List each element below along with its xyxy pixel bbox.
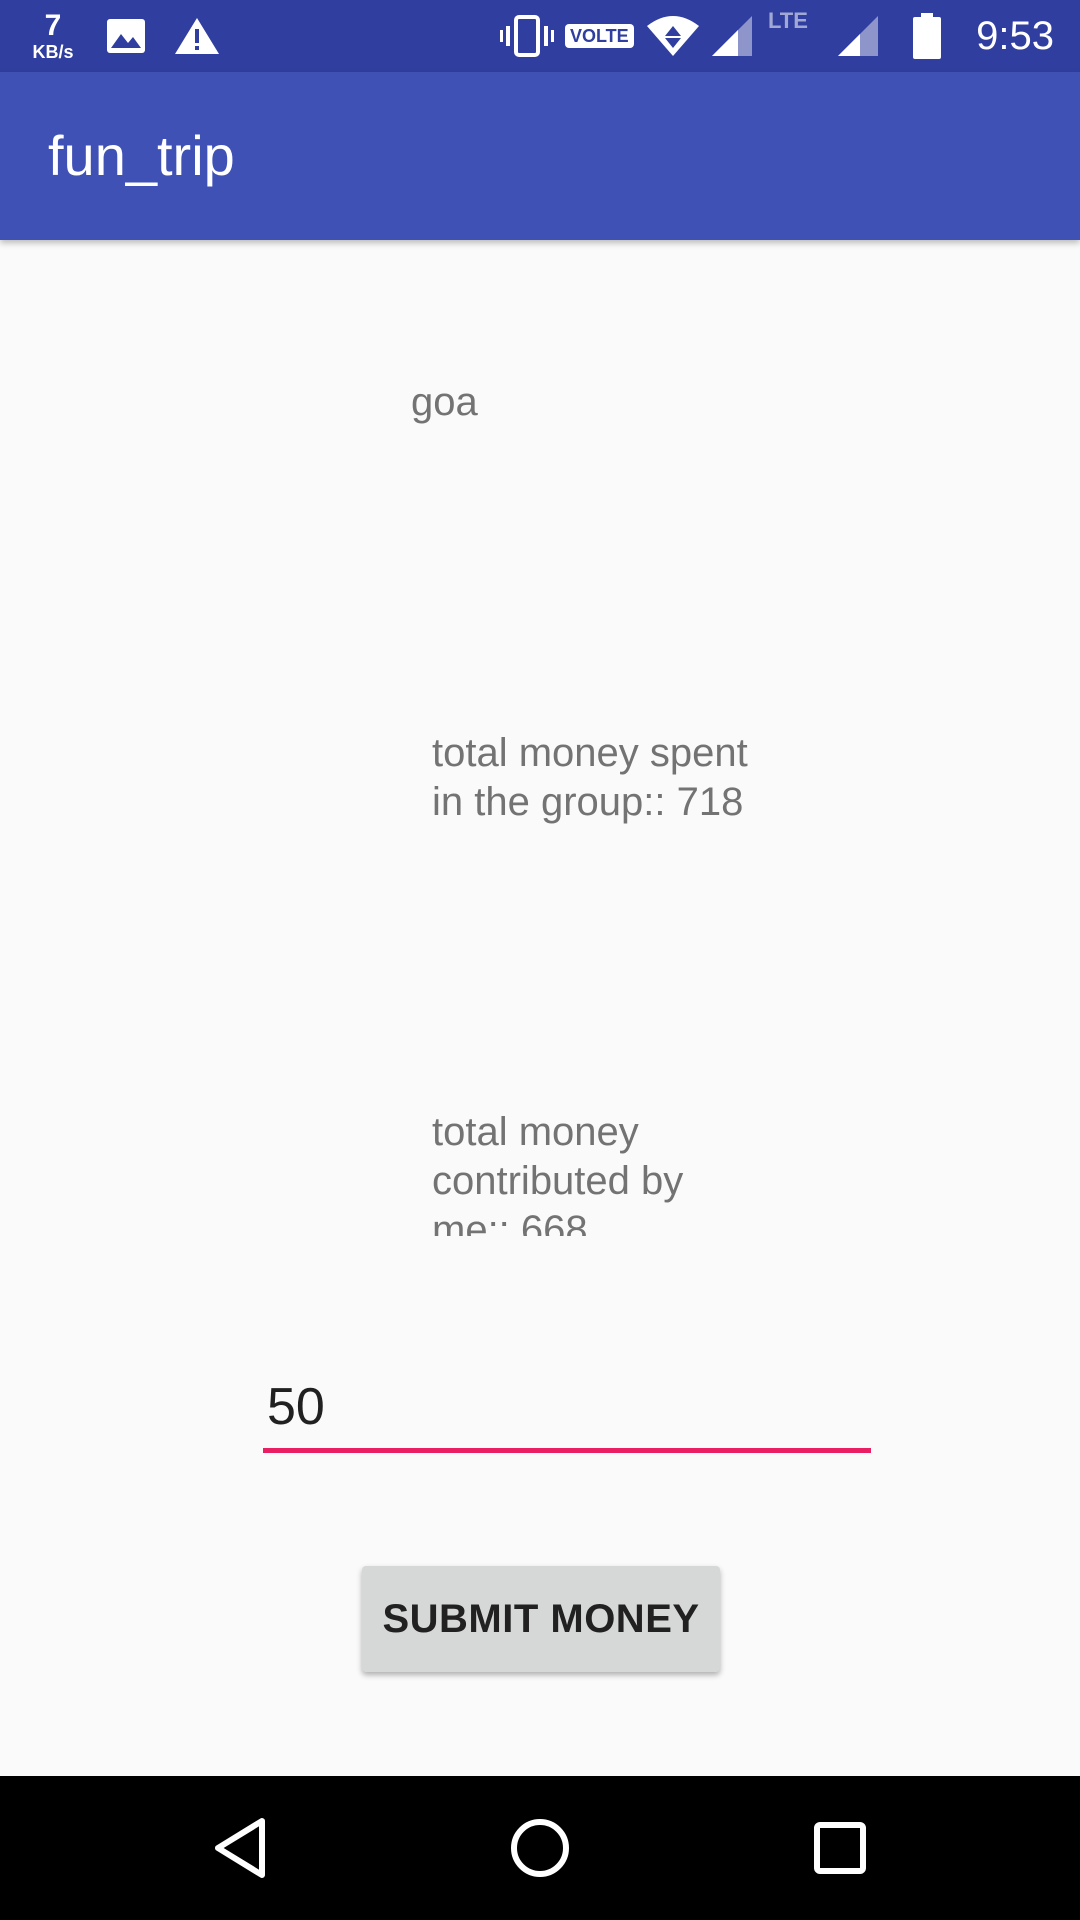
trip-name: goa <box>411 380 478 424</box>
volte-icon: VOLTE <box>565 0 634 72</box>
amount-input[interactable] <box>263 1365 871 1453</box>
network-speed-unit: KB/s <box>32 42 74 62</box>
app-bar: fun_trip <box>0 72 1080 240</box>
status-bar: 7 KB/s VOLTE LTE 9:53 <box>0 0 1080 72</box>
volte-label: VOLTE <box>565 24 634 48</box>
app-title: fun_trip <box>48 124 235 187</box>
signal-lte-icon: LTE <box>768 0 808 72</box>
total-spent-text: total money spent in the group:: 718 <box>432 731 748 824</box>
main-content: goa total money spent in the group:: 718… <box>0 240 1080 1776</box>
image-icon <box>106 0 146 72</box>
wifi-icon <box>645 0 701 72</box>
total-contributed-text: total money contributed by me:: 668 <box>432 1110 684 1236</box>
signal-strength-icon <box>836 0 880 72</box>
lte-label: LTE <box>768 8 808 33</box>
battery-icon <box>912 0 942 72</box>
home-icon[interactable] <box>490 1798 590 1898</box>
submit-money-button[interactable]: SUBMIT MONEY <box>362 1566 720 1672</box>
clock: 9:53 <box>976 13 1054 58</box>
vibrate-icon <box>498 0 556 72</box>
network-speed-value: 7 <box>44 9 62 42</box>
back-icon[interactable] <box>190 1798 290 1898</box>
warning-icon <box>174 0 220 72</box>
navigation-bar <box>0 1776 1080 1920</box>
network-speed: 7 KB/s <box>24 0 82 72</box>
recents-icon[interactable] <box>790 1798 890 1898</box>
signal-icon <box>710 0 754 72</box>
